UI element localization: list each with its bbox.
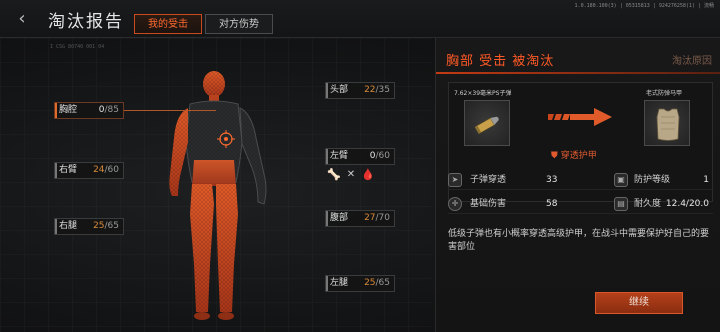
- elimination-details-panel: 胸部 受击 被淘汰 淘汰原因 7.62×39毫米PS子弹 老式防弹马甲 ⛊ 穿透…: [435, 38, 720, 332]
- version-info: 1.0.180.100(3) | 05315813 | 924276258(1)…: [574, 3, 714, 9]
- body-part-head: 头部 22/35: [325, 82, 395, 99]
- part-name: 右腿: [59, 221, 78, 231]
- page-title: 淘汰报告: [48, 12, 124, 32]
- bleeding-icon[interactable]: 🩸: [361, 168, 375, 182]
- part-max-health: /35: [375, 85, 390, 95]
- title-divider: [436, 72, 720, 74]
- stat-label: 基础伤害: [470, 199, 507, 209]
- continue-button[interactable]: 继续: [595, 292, 683, 314]
- tab-my-hits[interactable]: 我的受击: [134, 14, 202, 34]
- elimination-title: 胸部 受击 被淘汰: [446, 54, 555, 69]
- part-name: 腹部: [330, 213, 349, 223]
- elimination-reason-label: 淘汰原因: [672, 56, 712, 67]
- body-part-left-leg: 左腿 25/65: [325, 275, 395, 292]
- part-max-health: /65: [375, 278, 390, 288]
- stat-value: 12.4/20.0: [665, 199, 709, 209]
- armor-class-icon: ▣: [614, 173, 628, 187]
- fracture-icon[interactable]: 🦴: [327, 168, 341, 182]
- close-icon: ✕: [346, 169, 356, 180]
- tab-enemy-injuries[interactable]: 对方伤势: [205, 14, 273, 34]
- part-name: 右臂: [59, 165, 78, 175]
- body-part-stomach: 腹部 27/70: [325, 210, 395, 227]
- part-max-health: /65: [104, 221, 119, 231]
- part-health: 22: [364, 85, 376, 95]
- armor-name: 老式防弹马甲: [646, 90, 683, 97]
- part-name: 左臂: [330, 151, 349, 161]
- body-part-right-leg: 右腿 25/65: [54, 218, 124, 235]
- part-max-health: /85: [104, 105, 119, 115]
- part-max-health: /60: [375, 151, 390, 161]
- durability-icon: ▤: [614, 197, 628, 211]
- stat-row: ✛ 基础伤害 58 ▤ 耐久度 12.4/20.0: [448, 194, 713, 214]
- penetration-arrow-icon: [548, 108, 612, 126]
- body-part-left-arm: 左臂 0/60: [325, 148, 395, 165]
- part-health: 24: [93, 165, 105, 175]
- ammo-item-card[interactable]: [464, 100, 510, 146]
- stat-label: 耐久度: [634, 199, 662, 209]
- body-part-thorax: 胸腔 0/85: [54, 102, 124, 119]
- stat-row: ➤ 子弹穿透 33 ▣ 防护等级 1: [448, 170, 713, 190]
- part-name: 胸腔: [59, 105, 78, 115]
- session-code: I CSG 80740 001 04: [50, 44, 105, 50]
- figure-head: [203, 71, 225, 103]
- part-health: 25: [364, 278, 376, 288]
- figure-right-arm: [169, 108, 188, 196]
- bullet-penetration-icon: ➤: [448, 173, 462, 187]
- left-arm-status-effects: 🦴 ✕ 🩸: [327, 168, 375, 182]
- part-health: 25: [93, 221, 105, 231]
- body-part-right-arm: 右臂 24/60: [54, 162, 124, 179]
- tip-description: 低级子弹也有小概率穿透高级护甲，在战斗中需要保护好自己的要害部位: [448, 229, 710, 252]
- penetration-label: 穿透护甲: [560, 151, 597, 161]
- part-name: 头部: [330, 85, 349, 95]
- stat-label: 子弹穿透: [470, 175, 507, 185]
- crosshair-icon: ✛: [448, 197, 462, 211]
- body-damage-figure: [169, 71, 267, 320]
- stat-value: 1: [703, 175, 709, 185]
- stat-value: 58: [546, 199, 558, 209]
- part-max-health: /70: [375, 213, 390, 223]
- part-max-health: /60: [104, 165, 119, 175]
- figure-torso: [185, 100, 243, 186]
- part-name: 左腿: [330, 278, 349, 288]
- penetration-icon: ⛊: [551, 151, 558, 161]
- figure-left-arm: [239, 107, 267, 205]
- figure-legs: [190, 184, 238, 320]
- elimination-report-screen: ‹ 淘汰报告 我的受击 对方伤势 1.0.180.100(3) | 053158…: [0, 0, 720, 332]
- ammo-name: 7.62×39毫米PS子弹: [454, 90, 512, 97]
- part-health: 27: [364, 213, 376, 223]
- top-bar: ‹ 淘汰报告 我的受击 对方伤势 1.0.180.100(3) | 053158…: [0, 0, 720, 38]
- stat-value: 33: [546, 175, 558, 185]
- stat-label: 防护等级: [634, 175, 671, 185]
- back-arrow-icon[interactable]: ‹: [12, 9, 32, 29]
- thorax-leader-line: [124, 110, 216, 111]
- bullet-icon: [474, 116, 499, 134]
- armor-item-card[interactable]: [644, 100, 690, 146]
- armor-vest-icon: [656, 108, 680, 141]
